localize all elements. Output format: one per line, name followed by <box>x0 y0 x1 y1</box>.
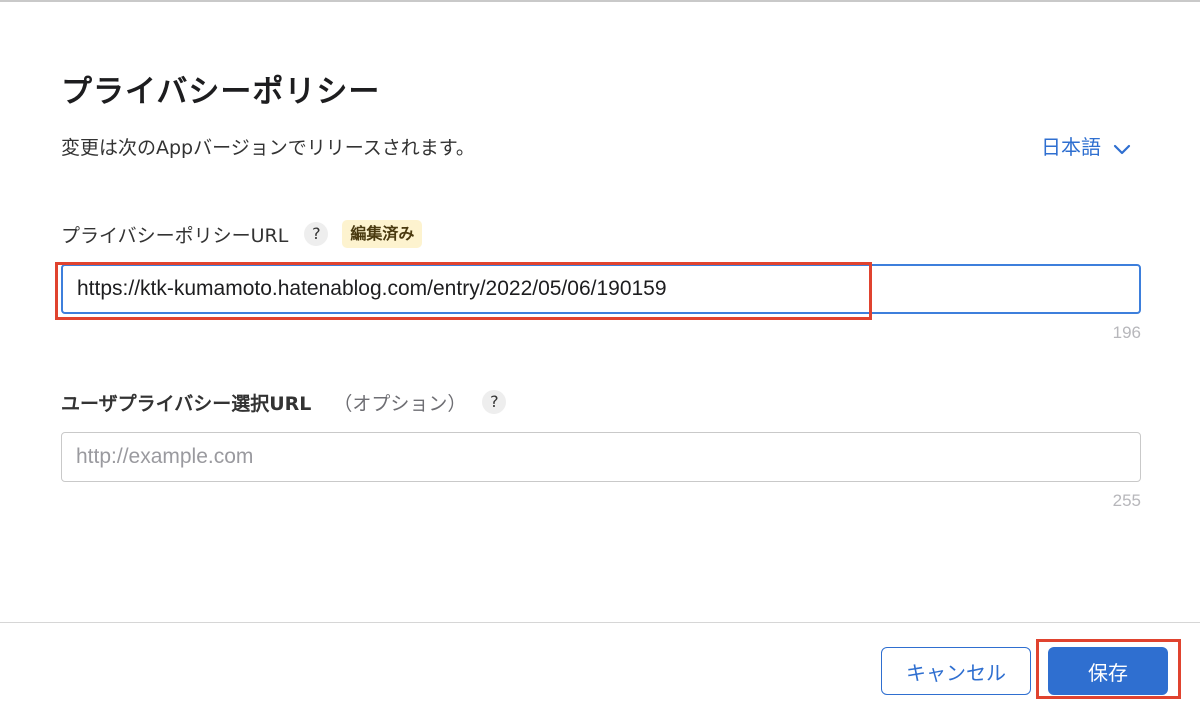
chevron-down-icon <box>1113 144 1131 155</box>
choices-url-label: ユーザプライバシー選択URL <box>61 392 312 415</box>
choices-url-label-row: ユーザプライバシー選択URL （オプション） ? <box>61 386 507 418</box>
question-icon[interactable]: ? <box>304 222 329 246</box>
edited-badge: 編集済み <box>342 220 423 248</box>
question-icon[interactable]: ? <box>482 390 507 414</box>
cancel-button[interactable]: キャンセル <box>881 647 1031 695</box>
dialog-title: プライバシーポリシー <box>61 74 381 110</box>
privacy-url-char-counter: 196 <box>1112 323 1141 342</box>
language-selector-label: 日本語 <box>1041 135 1101 159</box>
privacy-policy-dialog: プライバシーポリシー 変更は次のAppバージョンでリリースされます。 日本語 プ… <box>0 0 1200 711</box>
optional-label: （オプション） <box>333 392 467 415</box>
language-selector[interactable]: 日本語 <box>1041 133 1131 161</box>
save-button[interactable]: 保存 <box>1048 647 1168 695</box>
footer-divider <box>0 622 1200 623</box>
choices-url-char-counter: 255 <box>1112 491 1141 510</box>
privacy-url-input[interactable] <box>61 264 1141 314</box>
privacy-url-label-row: プライバシーポリシーURL ? 編集済み <box>61 218 423 250</box>
choices-url-input[interactable] <box>61 432 1141 482</box>
dialog-subtitle: 変更は次のAppバージョンでリリースされます。 <box>61 137 475 159</box>
privacy-url-label: プライバシーポリシーURL <box>61 224 289 247</box>
